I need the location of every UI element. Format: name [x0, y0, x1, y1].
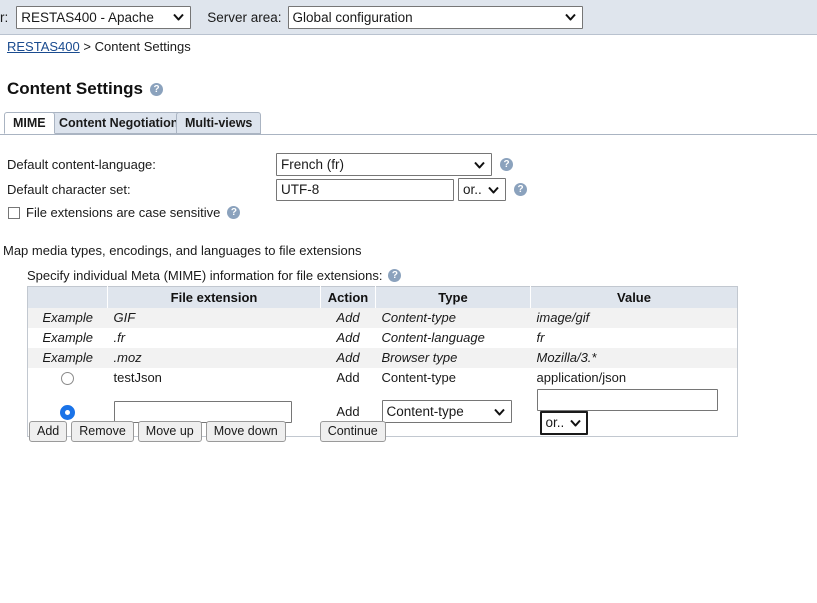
page-title-text: Content Settings: [7, 79, 143, 99]
table-caption-text: Specify individual Meta (MIME) informati…: [27, 268, 382, 283]
row-radio-testjson[interactable]: [61, 372, 74, 385]
move-down-button[interactable]: Move down: [206, 421, 286, 442]
tab-bar: MIME Content Negotiation Multi-views: [0, 112, 817, 135]
row-action: Add: [321, 328, 376, 348]
default-content-language-row: Default content-language: French (fr) ?: [7, 153, 513, 176]
server-select[interactable]: RESTAS400 - Apache: [16, 6, 191, 29]
new-entry-type-select[interactable]: Content-type: [382, 400, 512, 423]
row-file-extension: testJson: [108, 368, 321, 388]
column-header-selector: [28, 287, 108, 308]
page-title: Content Settings ?: [7, 79, 163, 99]
row-type: Browser type: [376, 348, 531, 368]
case-sensitive-checkbox[interactable]: [8, 207, 20, 219]
table-row: Example GIF Add Content-type image/gif: [28, 308, 738, 328]
table-header-row: File extension Action Type Value: [28, 287, 738, 308]
row-value: application/json: [531, 368, 738, 388]
row-action: Add: [321, 348, 376, 368]
new-entry-type-cell: Content-type: [376, 388, 531, 437]
add-button[interactable]: Add: [29, 421, 67, 442]
help-icon[interactable]: ?: [500, 158, 513, 171]
row-value: fr: [531, 328, 738, 348]
row-type: Content-language: [376, 328, 531, 348]
mime-mapping-table: File extension Action Type Value Example…: [27, 286, 738, 437]
server-area-select[interactable]: Global configuration: [288, 6, 583, 29]
help-icon[interactable]: ?: [514, 183, 527, 196]
server-area-select-wrapper: Global configuration: [282, 6, 583, 29]
default-content-language-select-wrapper: French (fr): [276, 153, 492, 176]
column-header-value: Value: [531, 287, 738, 308]
default-character-set-row: Default character set: or... ?: [7, 178, 527, 201]
server-topbar: r: RESTAS400 - Apache Server area: Globa…: [0, 0, 817, 35]
row-selector-cell: [28, 368, 108, 388]
new-entry-file-extension-input[interactable]: [114, 401, 292, 423]
character-set-or-select-wrapper: or...: [454, 178, 506, 201]
server-area-label: Server area:: [207, 10, 281, 25]
table-row: testJson Add Content-type application/js…: [28, 368, 738, 388]
tab-mime[interactable]: MIME: [4, 112, 55, 134]
row-radio-new-entry[interactable]: [61, 406, 74, 419]
row-file-extension: .moz: [108, 348, 321, 368]
default-content-language-select[interactable]: French (fr): [276, 153, 492, 176]
button-bar: Add Remove Move up Move down Continue: [29, 421, 390, 442]
character-set-or-select[interactable]: or...: [458, 178, 506, 201]
breadcrumb: RESTAS400 > Content Settings: [7, 39, 191, 54]
breadcrumb-current: Content Settings: [95, 39, 191, 54]
row-action: Add: [321, 368, 376, 388]
new-entry-value-input[interactable]: [537, 389, 718, 411]
column-header-type: Type: [376, 287, 531, 308]
new-entry-value-or-select[interactable]: or...: [540, 411, 588, 435]
help-icon[interactable]: ?: [227, 206, 240, 219]
row-type: Content-type: [376, 308, 531, 328]
section-note: Map media types, encodings, and language…: [3, 243, 361, 258]
default-character-set-input[interactable]: [276, 179, 454, 201]
row-selector-label: Example: [28, 308, 108, 328]
default-character-set-label: Default character set:: [7, 182, 276, 197]
table-caption: Specify individual Meta (MIME) informati…: [27, 268, 401, 283]
row-value: image/gif: [531, 308, 738, 328]
table-row: Example .moz Add Browser type Mozilla/3.…: [28, 348, 738, 368]
remove-button[interactable]: Remove: [71, 421, 134, 442]
case-sensitive-label: File extensions are case sensitive: [26, 205, 220, 220]
row-value: Mozilla/3.*: [531, 348, 738, 368]
new-entry-type-select-wrapper: Content-type: [382, 400, 512, 423]
tab-multi-views[interactable]: Multi-views: [176, 112, 261, 134]
row-action: Add: [321, 308, 376, 328]
server-label: r:: [0, 10, 8, 25]
move-up-button[interactable]: Move up: [138, 421, 202, 442]
default-content-language-label: Default content-language:: [7, 157, 276, 172]
case-sensitive-row: File extensions are case sensitive ?: [7, 205, 240, 220]
row-selector-label: Example: [28, 348, 108, 368]
column-header-action: Action: [321, 287, 376, 308]
help-icon[interactable]: ?: [388, 269, 401, 282]
row-type: Content-type: [376, 368, 531, 388]
continue-button[interactable]: Continue: [320, 421, 386, 442]
row-file-extension: .fr: [108, 328, 321, 348]
new-entry-value-cell: or...: [531, 388, 738, 437]
breadcrumb-link-restas400[interactable]: RESTAS400: [7, 39, 80, 54]
column-header-file-extension: File extension: [108, 287, 321, 308]
server-select-wrapper: RESTAS400 - Apache: [8, 6, 191, 29]
help-icon[interactable]: ?: [150, 83, 163, 96]
tab-content-negotiation[interactable]: Content Negotiation: [50, 112, 187, 134]
breadcrumb-separator: >: [83, 39, 91, 54]
row-selector-label: Example: [28, 328, 108, 348]
new-entry-value-or-select-wrapper: or...: [537, 411, 588, 435]
table-row: Example .fr Add Content-language fr: [28, 328, 738, 348]
row-file-extension: GIF: [108, 308, 321, 328]
